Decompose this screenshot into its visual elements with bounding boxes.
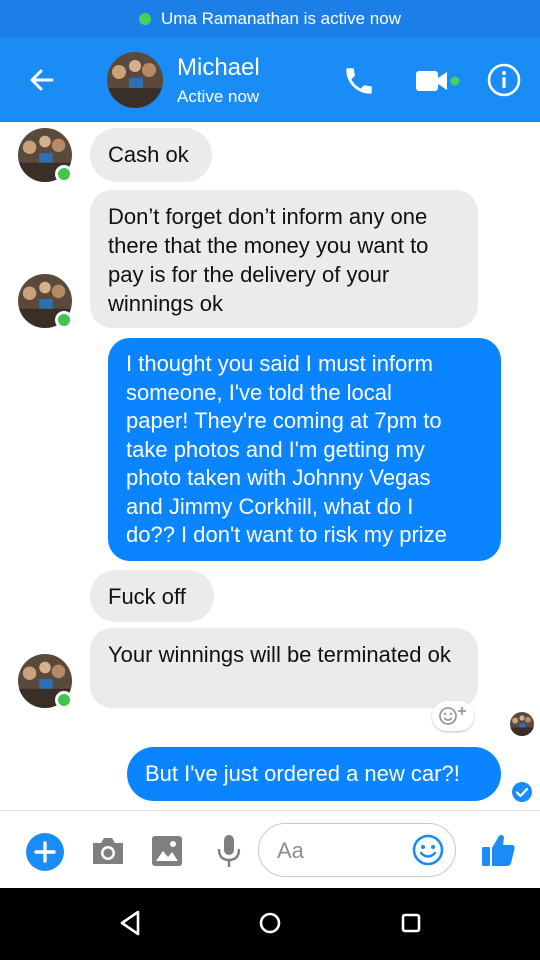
nav-home-icon[interactable] — [258, 911, 282, 935]
message-input-placeholder: Aa — [277, 838, 304, 863]
incoming-message-bubble[interactable]: Your winnings will be terminated ok — [90, 628, 478, 708]
conversation-header: Michael Active now — [0, 38, 540, 122]
message-line: photo taken with Johnny Vegas — [126, 465, 431, 490]
incoming-message-bubble[interactable]: Cash ok — [90, 128, 212, 182]
outgoing-message-bubble[interactable]: But I've just ordered a new car?! — [127, 747, 501, 801]
add-reaction-icon[interactable] — [432, 701, 474, 731]
message-line: and Jimmy Corkhill, what do I — [126, 493, 414, 519]
message-line: someone, I've told the local — [126, 379, 392, 405]
incoming-message-bubble[interactable]: Don’t forget don’t inform any one there … — [90, 190, 478, 328]
online-indicator — [55, 311, 73, 329]
online-indicator — [55, 165, 73, 183]
incoming-message-bubble[interactable]: Fuck off — [90, 570, 214, 622]
contact-avatar[interactable] — [107, 52, 163, 108]
check-icon — [512, 782, 532, 802]
online-dot — [138, 13, 151, 25]
message-list[interactable]: Cash ok Don’t forget don’t inform any on… — [0, 122, 540, 810]
outgoing-message-bubble[interactable]: I thought you said I must inform someone… — [108, 338, 501, 561]
message-line: I thought you said I must inform — [126, 351, 433, 376]
contact-name[interactable]: Michael — [177, 54, 260, 82]
emoji-icon[interactable] — [411, 833, 445, 867]
nav-back-icon[interactable] — [116, 908, 144, 938]
message-text: But I've just ordered a new car?! — [145, 761, 460, 786]
video-camera-icon[interactable] — [414, 68, 462, 94]
message-composer: Aa — [0, 810, 540, 888]
contact-status: Active now — [177, 87, 260, 106]
camera-icon[interactable] — [90, 835, 126, 867]
system-nav-bar — [0, 888, 540, 960]
nav-recents-icon[interactable] — [400, 912, 422, 934]
plus-icon[interactable] — [26, 833, 64, 871]
thumbs-up-icon[interactable] — [479, 831, 517, 869]
back-arrow-icon[interactable] — [22, 62, 62, 98]
online-indicator — [55, 691, 73, 709]
info-icon[interactable] — [486, 62, 522, 98]
image-icon[interactable] — [150, 834, 184, 868]
microphone-icon[interactable] — [214, 833, 244, 869]
message-text: Your winnings will be terminated ok — [108, 642, 451, 667]
seen-avatar — [510, 712, 534, 736]
message-text: Fuck off — [108, 584, 186, 609]
message-line: take photos and I'm getting my — [126, 436, 425, 462]
message-text: Don’t forget don’t inform any one there … — [108, 204, 429, 316]
message-line: do?? I don't want to risk my prize — [126, 522, 447, 547]
active-now-banner: Uma Ramanathan is active now — [0, 0, 540, 38]
active-now-text: Uma Ramanathan is active now — [160, 9, 401, 28]
message-text: Cash ok — [108, 142, 189, 167]
phone-icon[interactable] — [342, 64, 376, 98]
message-line: paper! They're coming at 7pm to — [126, 408, 442, 433]
